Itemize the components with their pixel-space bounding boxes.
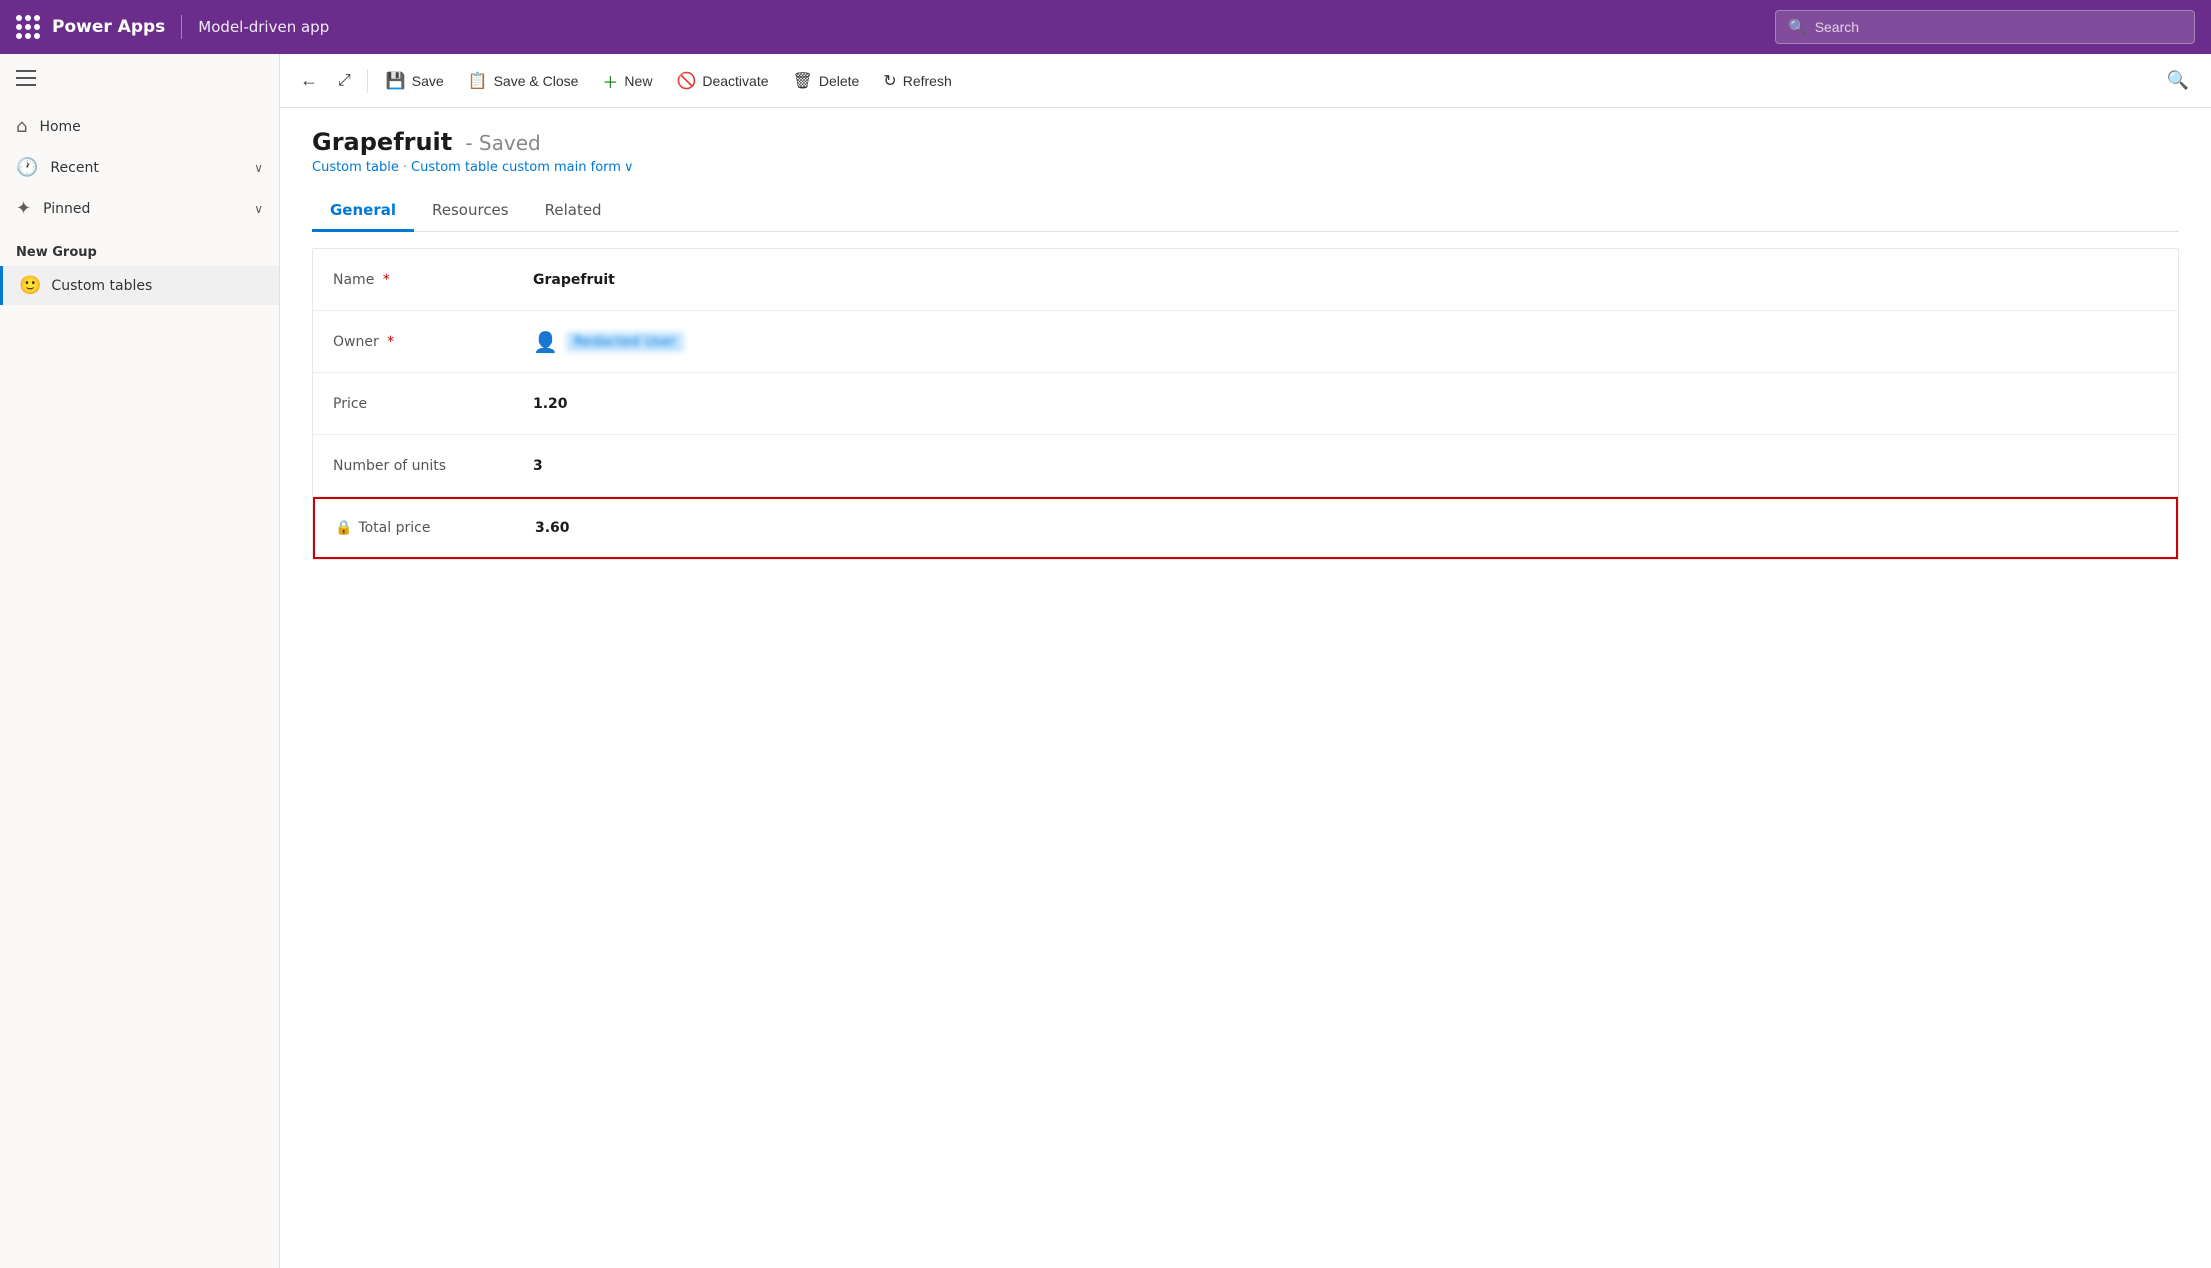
search-input[interactable]: [1815, 19, 2182, 35]
deactivate-button[interactable]: 🚫 Deactivate: [666, 65, 778, 97]
content-area: ← ⤢ 💾 Save 📋 Save & Close ＋ New 🚫 Deacti…: [280, 54, 2211, 1268]
model-name: Model-driven app: [198, 18, 329, 36]
custom-tables-label: Custom tables: [51, 278, 152, 294]
chevron-down-icon: ∨: [254, 161, 263, 175]
field-label-price: Price: [333, 396, 533, 412]
command-bar: ← ⤢ 💾 Save 📋 Save & Close ＋ New 🚫 Deacti…: [280, 54, 2211, 108]
field-label-total-price: 🔒 Total price: [335, 520, 535, 536]
sidebar-item-pinned[interactable]: ✦ Pinned ∨: [0, 188, 279, 229]
sidebar: ⌂ Home 🕐 Recent ∨ ✦ Pinned ∨ New Group 🙂…: [0, 54, 280, 1268]
new-icon: ＋: [602, 69, 618, 93]
form-title: Grapefruit: [312, 128, 452, 156]
main-layout: ⌂ Home 🕐 Recent ∨ ✦ Pinned ∨ New Group 🙂…: [0, 54, 2211, 1268]
sidebar-pinned-label: Pinned: [43, 201, 90, 217]
refresh-icon: ↻: [883, 71, 896, 91]
save-close-icon: 📋: [468, 71, 488, 91]
breadcrumb-table-link[interactable]: Custom table: [312, 160, 399, 175]
search-icon: 🔍: [1788, 18, 1807, 36]
field-row-name: Name * Grapefruit: [313, 249, 2178, 311]
save-icon: 💾: [386, 71, 406, 91]
field-label-name: Name *: [333, 272, 533, 288]
breadcrumb-separator: ·: [403, 160, 407, 175]
hamburger-button[interactable]: [0, 54, 279, 106]
form-saved-status: - Saved: [465, 131, 540, 155]
search-bar[interactable]: 🔍: [1775, 10, 2195, 44]
home-icon: ⌂: [16, 116, 27, 137]
field-row-units: Number of units 3: [313, 435, 2178, 497]
refresh-label: Refresh: [903, 73, 952, 89]
form-area: Grapefruit - Saved Custom table · Custom…: [280, 108, 2211, 1268]
field-label-owner: Owner *: [333, 334, 533, 350]
cmd-search-icon: 🔍: [2167, 70, 2189, 91]
refresh-button[interactable]: ↻ Refresh: [873, 65, 961, 97]
required-marker-owner: *: [387, 334, 394, 350]
sidebar-item-custom-tables[interactable]: 🙂 Custom tables: [0, 266, 279, 305]
form-section-general: Name * Grapefruit Owner * 👤 Redacted Use…: [312, 248, 2179, 560]
cmd-search-button[interactable]: 🔍: [2157, 64, 2199, 97]
expand-icon: ⤢: [338, 72, 351, 90]
breadcrumb: Custom table · Custom table custom main …: [312, 160, 2179, 175]
save-button[interactable]: 💾 Save: [376, 65, 454, 97]
top-bar: Power Apps Model-driven app 🔍: [0, 0, 2211, 54]
sidebar-item-home[interactable]: ⌂ Home: [0, 106, 279, 147]
field-row-price: Price 1.20: [313, 373, 2178, 435]
breadcrumb-form-dropdown[interactable]: Custom table custom main form ∨: [411, 160, 633, 175]
back-button[interactable]: ←: [292, 64, 326, 97]
breadcrumb-chevron-icon: ∨: [624, 160, 634, 175]
chevron-down-icon: ∨: [254, 202, 263, 216]
sidebar-home-label: Home: [39, 119, 80, 135]
save-close-label: Save & Close: [494, 73, 579, 89]
required-marker-name: *: [383, 272, 390, 288]
delete-button[interactable]: 🗑 Delete: [783, 65, 870, 97]
save-label: Save: [412, 73, 444, 89]
owner-name-value[interactable]: Redacted User: [566, 332, 684, 352]
breadcrumb-form-label: Custom table custom main form: [411, 160, 621, 175]
app-launcher-button[interactable]: [16, 15, 40, 39]
tab-general[interactable]: General: [312, 191, 414, 232]
app-name: Power Apps: [52, 17, 165, 37]
lock-icon: 🔒: [335, 520, 352, 536]
form-tabs: General Resources Related: [312, 191, 2179, 232]
sidebar-item-recent[interactable]: 🕐 Recent ∨: [0, 147, 279, 188]
save-close-button[interactable]: 📋 Save & Close: [458, 65, 589, 97]
field-value-total-price: 3.60: [535, 520, 2156, 536]
new-button[interactable]: ＋ New: [592, 63, 662, 99]
field-row-total-price: 🔒 Total price 3.60: [313, 497, 2178, 559]
field-value-name[interactable]: Grapefruit: [533, 272, 2158, 288]
recent-icon: 🕐: [16, 157, 38, 178]
deactivate-label: Deactivate: [702, 73, 768, 89]
form-title-row: Grapefruit - Saved: [312, 128, 2179, 156]
delete-icon: 🗑: [793, 71, 813, 91]
expand-button[interactable]: ⤢: [330, 66, 359, 96]
tab-resources[interactable]: Resources: [414, 191, 527, 232]
field-row-owner: Owner * 👤 Redacted User: [313, 311, 2178, 373]
deactivate-icon: 🚫: [676, 71, 696, 91]
owner-user-icon: 👤: [533, 330, 558, 354]
field-value-units[interactable]: 3: [533, 458, 2158, 474]
sidebar-section-label: New Group: [0, 229, 279, 266]
sidebar-recent-label: Recent: [50, 160, 98, 176]
field-label-units: Number of units: [333, 458, 533, 474]
cmd-divider-1: [367, 69, 368, 93]
pin-icon: ✦: [16, 198, 31, 219]
field-value-owner: 👤 Redacted User: [533, 330, 2158, 354]
custom-tables-icon: 🙂: [19, 275, 41, 296]
tab-related[interactable]: Related: [527, 191, 620, 232]
back-icon: ←: [300, 70, 318, 91]
form-header: Grapefruit - Saved Custom table · Custom…: [312, 128, 2179, 175]
field-value-price[interactable]: 1.20: [533, 396, 2158, 412]
top-bar-divider: [181, 15, 182, 39]
new-label: New: [624, 73, 652, 89]
delete-label: Delete: [819, 73, 859, 89]
